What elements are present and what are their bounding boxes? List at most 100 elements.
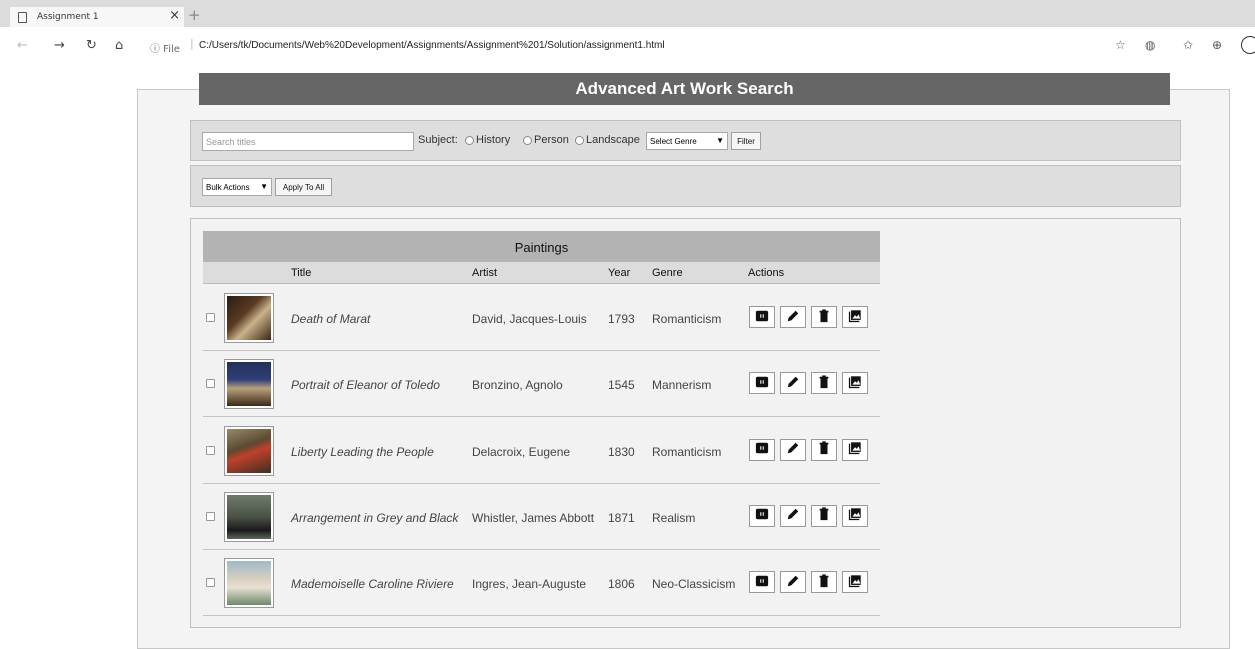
table-header: Title Artist Year Genre Actions bbox=[203, 262, 880, 284]
painting-artist: Delacroix, Eugene bbox=[472, 444, 571, 459]
view-image-button[interactable] bbox=[842, 306, 868, 328]
forward-icon[interactable]: → bbox=[54, 38, 65, 53]
edit-button[interactable] bbox=[780, 504, 806, 527]
painting-year: 1830 bbox=[608, 444, 635, 459]
painting-year: 1871 bbox=[608, 510, 635, 525]
add-to-favorites-button[interactable] bbox=[749, 504, 775, 527]
painting-thumbnail[interactable] bbox=[224, 491, 274, 542]
table-row: Death of Marat David, Jacques-Louis 1793 Ro… bbox=[203, 285, 880, 351]
header-artist: Artist bbox=[472, 267, 498, 279]
radio-button-icon bbox=[465, 135, 474, 145]
painting-thumbnail[interactable] bbox=[224, 359, 274, 410]
add-to-favorites-icon bbox=[755, 309, 769, 326]
refresh-icon[interactable]: ↻ bbox=[86, 38, 97, 53]
genre-select[interactable]: Select Genre ▼ bbox=[646, 132, 728, 150]
radio-person[interactable]: Person bbox=[523, 134, 569, 146]
painting-title: Arrangement in Grey and Black bbox=[291, 510, 459, 525]
radio-history[interactable]: History bbox=[465, 134, 510, 146]
view-image-button[interactable] bbox=[842, 372, 868, 395]
edit-icon bbox=[786, 574, 800, 591]
edit-icon bbox=[786, 375, 800, 392]
page-icon bbox=[18, 11, 27, 23]
subject-label: Subject: bbox=[418, 134, 458, 146]
painting-thumbnail[interactable] bbox=[224, 558, 274, 609]
edit-button[interactable] bbox=[780, 306, 806, 328]
filter-button[interactable]: Filter bbox=[731, 132, 761, 150]
profile-icon[interactable] bbox=[1241, 36, 1255, 54]
painting-thumbnail[interactable] bbox=[224, 425, 274, 476]
painting-genre: Neo-Classicism bbox=[652, 577, 736, 592]
table-row: Portrait of Eleanor of Toledo Bronzino, A… bbox=[203, 351, 880, 418]
browser-tab[interactable]: Assignment 1 × bbox=[10, 7, 184, 27]
row-checkbox[interactable] bbox=[206, 578, 215, 588]
view-image-icon bbox=[848, 507, 862, 524]
add-to-favorites-button[interactable] bbox=[749, 372, 775, 395]
chevron-down-icon: ▼ bbox=[260, 182, 268, 191]
edit-icon bbox=[786, 309, 800, 326]
painting-year: 1793 bbox=[608, 312, 635, 326]
delete-button[interactable] bbox=[811, 438, 837, 461]
extension-icon[interactable]: ◍ bbox=[1145, 38, 1155, 52]
bulk-actions-panel: Bulk Actions ▼ Apply To All bbox=[190, 165, 1181, 207]
radio-landscape[interactable]: Landscape bbox=[575, 134, 640, 146]
delete-icon bbox=[817, 308, 831, 326]
edit-button[interactable] bbox=[780, 438, 806, 461]
painting-genre: Mannerism bbox=[652, 378, 712, 393]
header-title: Title bbox=[291, 267, 312, 279]
delete-button[interactable] bbox=[811, 504, 837, 527]
back-icon[interactable]: ← bbox=[17, 38, 28, 53]
delete-icon bbox=[817, 441, 831, 458]
delete-button[interactable] bbox=[811, 306, 837, 328]
address-bar: ← → ↻ ⌂ ⓘ File | C:/Users/tk/Documents/W… bbox=[0, 36, 1255, 56]
header-actions: Actions bbox=[748, 267, 785, 279]
row-checkbox[interactable] bbox=[206, 313, 215, 322]
painting-artist: David, Jacques-Louis bbox=[472, 312, 587, 326]
header-year: Year bbox=[608, 267, 631, 279]
view-image-button[interactable] bbox=[842, 504, 868, 527]
add-to-favorites-button[interactable] bbox=[749, 438, 775, 461]
home-icon[interactable]: ⌂ bbox=[115, 38, 123, 53]
edit-button[interactable] bbox=[780, 372, 806, 395]
apply-to-all-button[interactable]: Apply To All bbox=[275, 178, 332, 196]
favorites-icon[interactable]: ✩ bbox=[1183, 38, 1193, 52]
view-image-icon bbox=[848, 574, 862, 591]
add-to-favorites-icon bbox=[755, 574, 769, 591]
painting-thumbnail[interactable] bbox=[224, 293, 274, 343]
row-checkbox[interactable] bbox=[206, 445, 215, 455]
table-row: Liberty Leading the People Delacroix, Eug… bbox=[203, 418, 880, 484]
add-to-favorites-button[interactable] bbox=[749, 306, 775, 328]
painting-genre: Realism bbox=[652, 510, 696, 525]
painting-genre: Romanticism bbox=[652, 444, 722, 459]
delete-icon bbox=[817, 375, 831, 392]
row-checkbox[interactable] bbox=[206, 379, 215, 389]
radio-button-icon bbox=[575, 135, 584, 145]
delete-button[interactable] bbox=[811, 372, 837, 395]
edit-button[interactable] bbox=[780, 571, 806, 594]
row-checkbox[interactable] bbox=[206, 511, 215, 521]
filter-panel: Subject: History Person Landscape Select… bbox=[190, 120, 1181, 161]
header-genre: Genre bbox=[652, 267, 683, 279]
painting-year: 1545 bbox=[608, 378, 635, 393]
favorite-star-icon[interactable]: ☆ bbox=[1115, 38, 1126, 52]
bulk-actions-select[interactable]: Bulk Actions ▼ bbox=[202, 178, 272, 196]
table-row: Mademoiselle Caroline Riviere Ingres, Jea… bbox=[203, 550, 880, 617]
radio-button-icon bbox=[523, 135, 532, 145]
view-image-button[interactable] bbox=[842, 438, 868, 461]
painting-year: 1806 bbox=[608, 577, 635, 592]
chevron-down-icon: ▼ bbox=[716, 136, 724, 145]
url-field[interactable]: C:/Users/tk/Documents/Web%20Development/… bbox=[199, 40, 665, 51]
tab-close-icon[interactable]: × bbox=[169, 8, 180, 23]
delete-icon bbox=[817, 507, 831, 524]
collections-icon[interactable]: ⊕ bbox=[1212, 38, 1222, 52]
painting-title: Mademoiselle Caroline Riviere bbox=[291, 577, 454, 592]
view-image-button[interactable] bbox=[842, 571, 868, 594]
delete-button[interactable] bbox=[811, 571, 837, 594]
new-tab-icon[interactable]: + bbox=[188, 6, 201, 24]
site-info[interactable]: ⓘ File bbox=[150, 40, 180, 55]
painting-artist: Ingres, Jean-Auguste bbox=[472, 577, 587, 592]
add-to-favorites-icon bbox=[755, 507, 769, 524]
table-caption: Paintings bbox=[203, 231, 880, 262]
table-row: Arrangement in Grey and Black Whistler, J… bbox=[203, 484, 880, 550]
add-to-favorites-button[interactable] bbox=[749, 571, 775, 594]
search-input[interactable] bbox=[202, 132, 414, 151]
